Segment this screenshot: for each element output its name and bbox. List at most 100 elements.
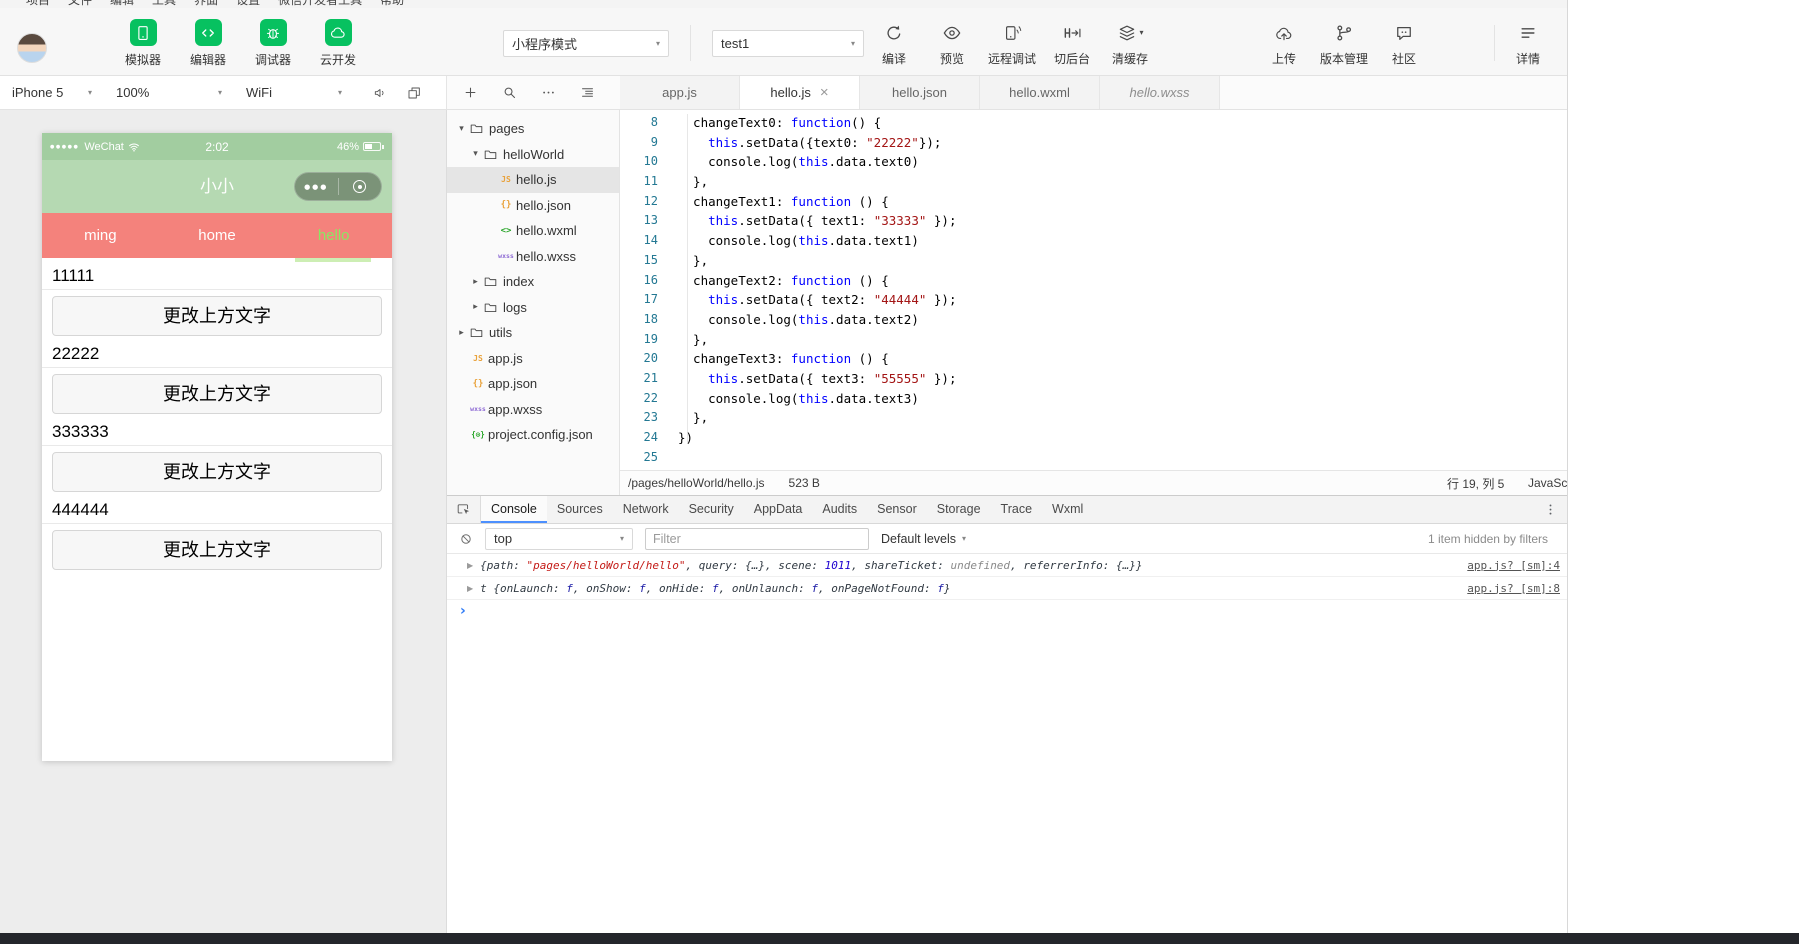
toolbar-compile-button[interactable]: 编译	[872, 19, 916, 67]
tree-item-logs[interactable]: ▸ logs	[447, 295, 619, 321]
outline-button[interactable]	[580, 85, 595, 100]
toolbar-upload-button[interactable]: 上传	[1262, 19, 1306, 67]
editor-tab-app-js[interactable]: app.js	[620, 76, 740, 109]
more-actions-button[interactable]	[541, 85, 556, 100]
inspect-element-icon[interactable]	[447, 496, 481, 523]
change-text-button[interactable]: 更改上方文字	[52, 296, 382, 336]
tree-item-label: hello.wxss	[516, 248, 576, 264]
console-source-link[interactable]: app.js? [sm]:4	[1467, 559, 1560, 572]
tree-item-label: pages	[489, 121, 525, 137]
tree-item-hello-json[interactable]: {} hello.json	[447, 193, 619, 219]
devtools-tab-sources[interactable]: Sources	[547, 496, 613, 523]
editor-tab-hello-json[interactable]: hello.json	[860, 76, 980, 109]
tree-item-hello-js[interactable]: JS hello.js	[447, 167, 619, 193]
editor-tab-hello-wxml[interactable]: hello.wxml	[980, 76, 1100, 109]
menu-item[interactable]: 界面	[194, 0, 218, 8]
toolbar-version-control-button[interactable]: 版本管理	[1320, 19, 1368, 67]
tree-item-app-wxss[interactable]: wxss app.wxss	[447, 397, 619, 423]
disclosure-triangle-icon[interactable]: ▶	[467, 584, 473, 593]
devtools-tab-audits[interactable]: Audits	[812, 496, 867, 523]
console-source-link[interactable]: app.js? [sm]:8	[1467, 582, 1560, 595]
tree-item-hello-wxss[interactable]: wxss hello.wxss	[447, 244, 619, 270]
toolbar-community-button[interactable]: 社区	[1382, 19, 1426, 67]
toolbar-details-button[interactable]: 详情	[1506, 19, 1550, 67]
editor-tab-hello-wxss[interactable]: hello.wxss	[1100, 76, 1220, 109]
change-text-button[interactable]: 更改上方文字	[52, 452, 382, 492]
chevron-right-icon[interactable]: ▸	[469, 302, 482, 312]
code-line: 9 this.setData({text0: "22222"});	[620, 133, 1567, 153]
toolbar-clear-cache-button[interactable]: ▾ 清缓存	[1108, 19, 1152, 67]
tree-item-app-js[interactable]: JS app.js	[447, 346, 619, 372]
tree-item-pages[interactable]: ▾ pages	[447, 116, 619, 142]
user-avatar[interactable]	[17, 33, 47, 63]
change-text-button[interactable]: 更改上方文字	[52, 374, 382, 414]
add-file-button[interactable]	[463, 85, 478, 100]
toolbar-debugger-button[interactable]: 调试器	[246, 19, 300, 68]
menu-item[interactable]: 编辑	[110, 0, 134, 8]
device-select[interactable]: iPhone 5 ▾	[0, 76, 104, 109]
toolbar-switch-background-button[interactable]: 切后台	[1050, 19, 1094, 67]
console-prompt[interactable]: ›	[447, 600, 1567, 622]
debugger-tab-bar: Console Sources Network Security AppData Audi…	[447, 496, 1567, 524]
devtools-tab-console[interactable]: Console	[481, 496, 547, 523]
code-editor[interactable]: 8 changeText0: function() {9 this.setDat…	[620, 110, 1567, 470]
console-filter-input[interactable]	[645, 527, 869, 550]
tree-item-helloworld[interactable]: ▾ helloWorld	[447, 142, 619, 168]
menu-item[interactable]: 帮助	[380, 0, 404, 8]
menu-item[interactable]: 微信开发者工具	[278, 0, 362, 8]
cursor-position[interactable]: 行 19, 列 5	[1447, 475, 1504, 492]
devtools-tab-trace[interactable]: Trace	[991, 496, 1043, 523]
capsule-menu[interactable]: ●●●	[294, 172, 382, 201]
phone-tab-home[interactable]: home	[159, 213, 276, 258]
log-levels-select[interactable]: Default levels ▾	[881, 532, 966, 546]
close-icon[interactable]: ×	[820, 85, 829, 100]
volume-icon[interactable]	[372, 85, 388, 101]
toolbar-cloud-dev-button[interactable]: 云开发	[311, 19, 365, 68]
devtools-tab-network[interactable]: Network	[613, 496, 679, 523]
phone-tab-ming[interactable]: ming	[42, 213, 159, 258]
more-menu-icon[interactable]: ●●●	[295, 183, 338, 191]
toolbar-preview-button[interactable]: 预览	[930, 19, 974, 67]
button-label: 调试器	[254, 53, 291, 67]
menubar: 项目 文件 编辑 工具 界面 设置 微信开发者工具 帮助	[0, 0, 1567, 8]
phone-content-group: 444444 更改上方文字	[42, 496, 392, 570]
zoom-select[interactable]: 100% ▾	[104, 76, 234, 109]
mode-select[interactable]: 小程序模式 ▾	[503, 30, 669, 57]
project-select[interactable]: test1 ▾	[712, 30, 864, 57]
toolbar-remote-debug-button[interactable]: 远程调试	[988, 19, 1036, 67]
kebab-menu-icon[interactable]	[1543, 496, 1558, 523]
devtools-tab-security[interactable]: Security	[679, 496, 744, 523]
home-capsule-button[interactable]	[339, 180, 382, 193]
devtools-tab-sensor[interactable]: Sensor	[867, 496, 927, 523]
editor-tab-hello-js[interactable]: hello.js ×	[740, 76, 860, 109]
devtools-tab-appdata[interactable]: AppData	[744, 496, 813, 523]
menu-item[interactable]: 工具	[152, 0, 176, 8]
devtools-tab-wxml[interactable]: Wxml	[1042, 496, 1093, 523]
tree-item-app-json[interactable]: {} app.json	[447, 371, 619, 397]
devtools-tab-storage[interactable]: Storage	[927, 496, 991, 523]
toolbar-editor-button[interactable]: 编辑器	[181, 19, 235, 68]
menu-item[interactable]: 项目	[26, 0, 50, 8]
change-text-button[interactable]: 更改上方文字	[52, 530, 382, 570]
phone-tab-hello[interactable]: hello	[275, 213, 392, 258]
tree-item-utils[interactable]: ▸ utils	[447, 320, 619, 346]
chevron-right-icon[interactable]: ▸	[469, 277, 482, 287]
disclosure-triangle-icon[interactable]: ▶	[467, 561, 473, 570]
tree-item-project-config-json[interactable]: {⊙} project.config.json	[447, 422, 619, 448]
tree-item-index[interactable]: ▸ index	[447, 269, 619, 295]
context-select[interactable]: top ▾	[485, 527, 633, 550]
main-toolbar: 模拟器 编辑器 调试器 云开发 小程序模式 ▾ test1 ▾ 编译 预览 远程调试 切后台…	[0, 8, 1567, 76]
chevron-down-icon[interactable]: ▾	[469, 149, 482, 159]
chevron-down-icon[interactable]: ▾	[455, 124, 468, 134]
toolbar-simulator-button[interactable]: 模拟器	[116, 19, 170, 68]
search-button[interactable]	[502, 85, 517, 100]
network-select[interactable]: WiFi ▾	[234, 76, 354, 109]
language-mode[interactable]: JavaScript	[1528, 476, 1567, 490]
tree-item-hello-wxml[interactable]: <> hello.wxml	[447, 218, 619, 244]
chevron-right-icon[interactable]: ▸	[455, 328, 468, 338]
detach-window-icon[interactable]	[406, 85, 422, 101]
menu-item[interactable]: 文件	[68, 0, 92, 8]
clear-console-icon[interactable]	[459, 532, 473, 546]
file-size: 523 B	[788, 476, 820, 490]
menu-item[interactable]: 设置	[236, 0, 260, 8]
